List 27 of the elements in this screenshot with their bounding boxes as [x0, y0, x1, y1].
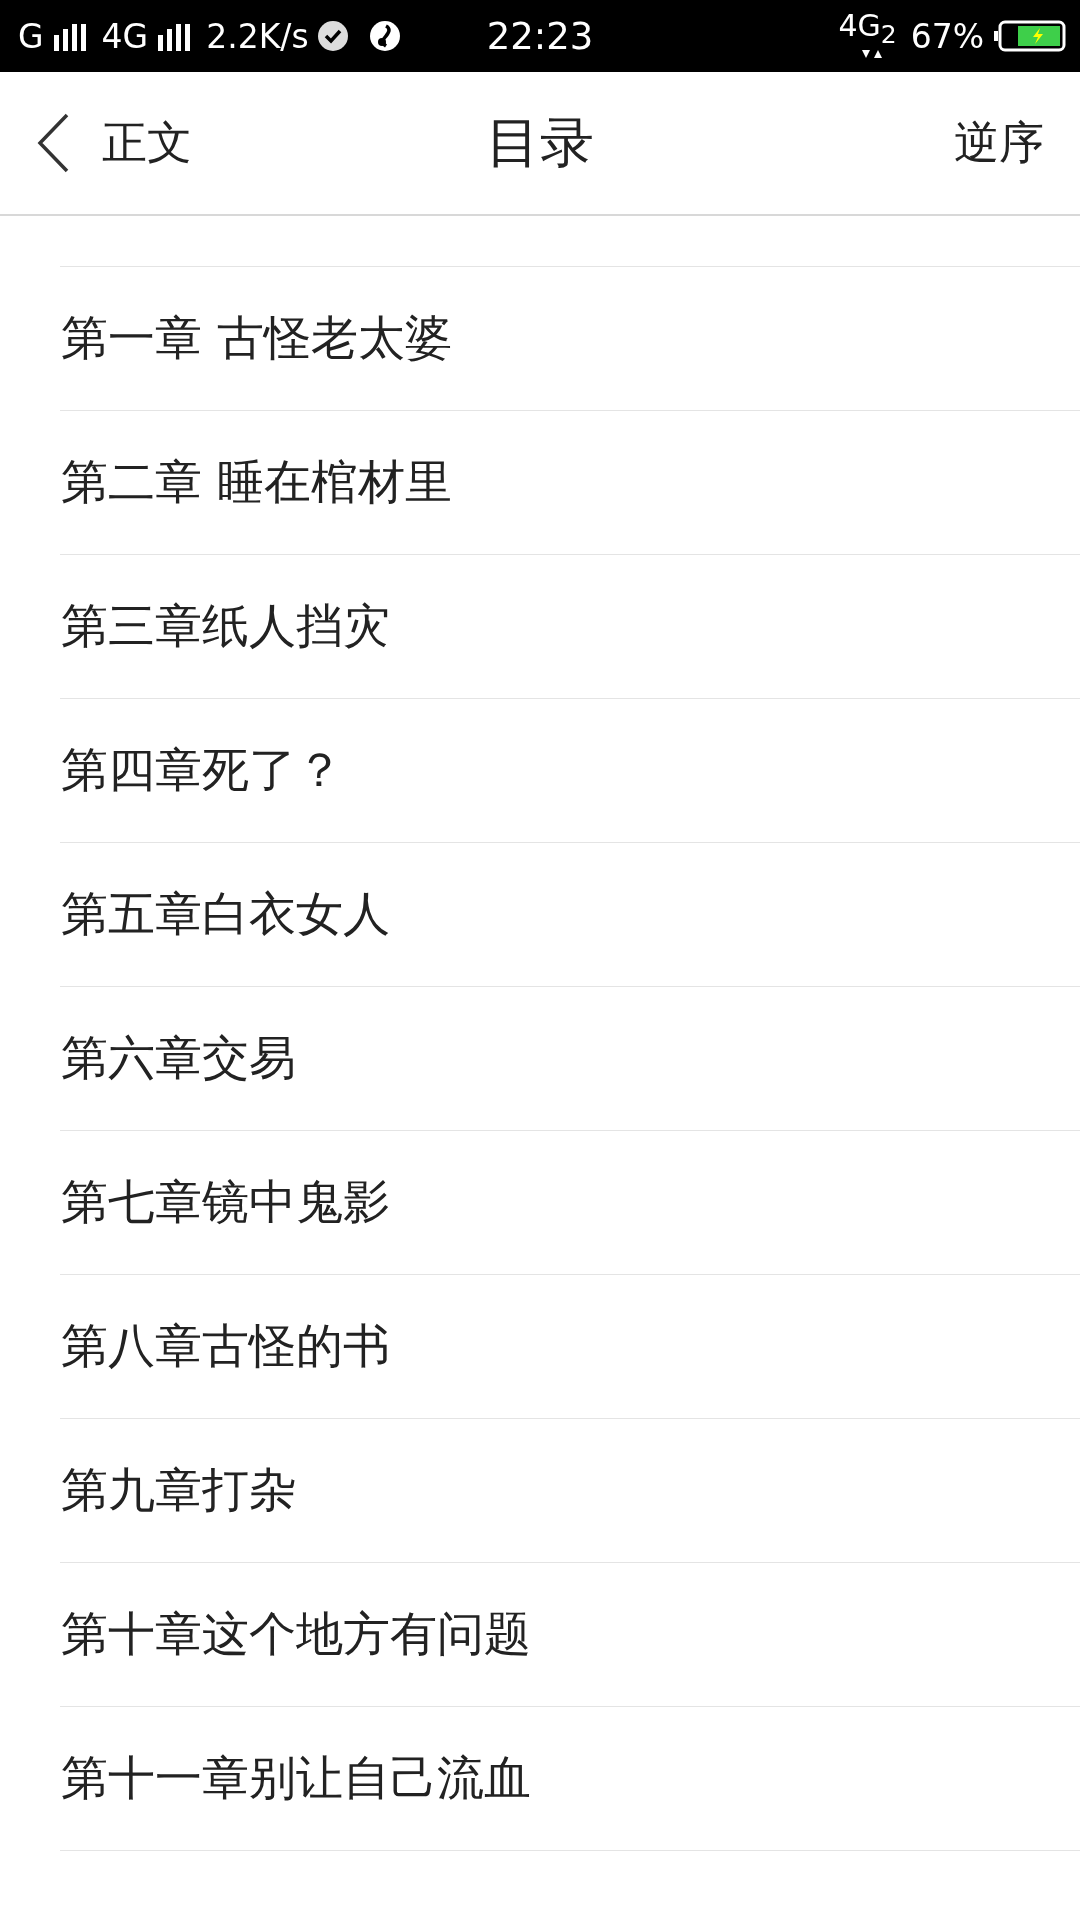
chapter-item[interactable]: 第四章死了？: [60, 739, 343, 802]
chapter-item[interactable]: 第二章 睡在棺材里: [60, 451, 452, 514]
network-label: 4G: [101, 16, 149, 56]
signal-icon: [51, 21, 88, 51]
chapter-item[interactable]: 第五章白衣女人: [60, 883, 390, 946]
clock-time: 22:23: [486, 14, 594, 58]
mobile-network-label: 4G$_{2}$: [838, 12, 897, 48]
chapter-item[interactable]: 第七章镜中鬼影: [60, 1171, 390, 1234]
page-title: 目录: [486, 109, 594, 176]
chapter-item[interactable]: 第八章古怪的书: [60, 1315, 390, 1378]
check-circle-icon: [316, 20, 349, 52]
back-label: 正文: [102, 115, 192, 171]
chapter-item[interactable]: 第十章这个地方有问题: [60, 1603, 531, 1666]
battery-percent: 67%: [910, 16, 984, 56]
battery-charging-icon: [994, 20, 1066, 52]
chapter-item[interactable]: 第三章纸人挡灾: [60, 595, 390, 658]
signal-icon: [156, 21, 193, 51]
reverse-order-button[interactable]: 逆序: [954, 113, 1044, 173]
chapter-item[interactable]: 第一章 古怪老太婆: [60, 307, 452, 370]
back-button[interactable]: 正文: [0, 113, 192, 173]
carrier-label: G: [18, 16, 44, 56]
chapter-item[interactable]: 第十一章别让自己流血: [60, 1747, 531, 1810]
chapter-item[interactable]: 第六章交易: [60, 1027, 296, 1090]
chapter-item[interactable]: 第九章打杂: [60, 1459, 296, 1522]
network-speed: 2.2K/s: [206, 16, 309, 56]
chevron-left-icon: [36, 113, 70, 173]
data-arrows-icon: [859, 47, 884, 60]
